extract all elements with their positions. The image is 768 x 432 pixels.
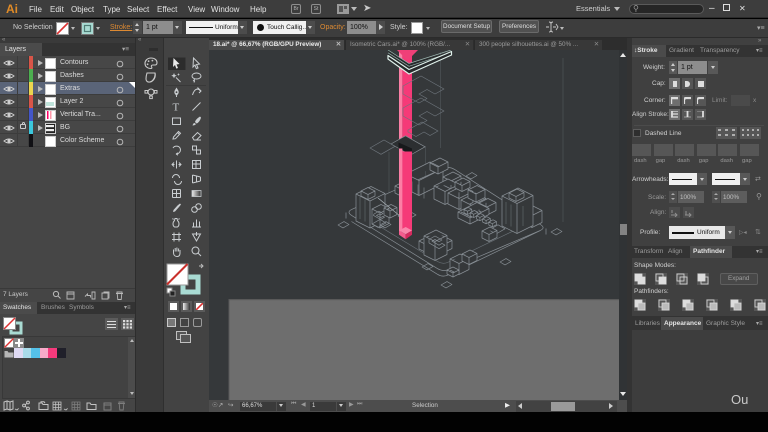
svg-text:T: T [173,102,180,114]
